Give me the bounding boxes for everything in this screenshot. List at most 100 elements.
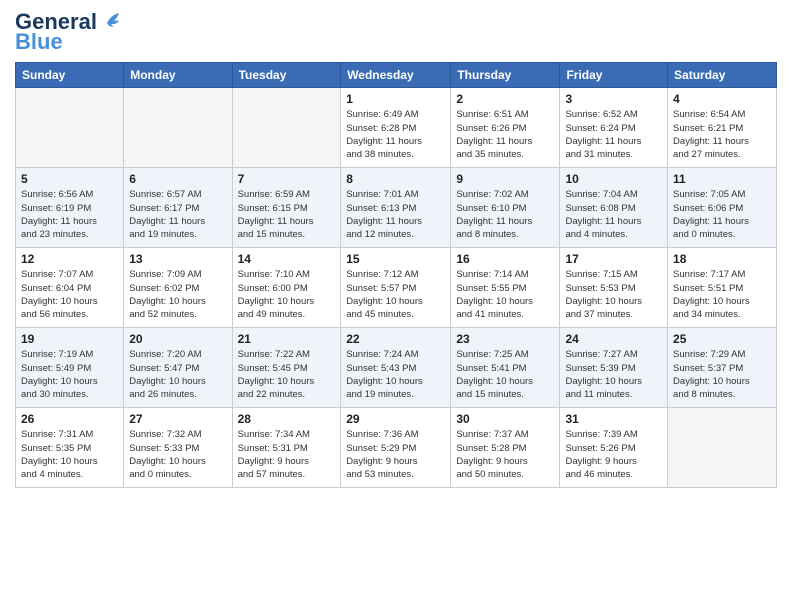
day-number: 9	[456, 172, 554, 186]
day-info: Sunrise: 6:59 AM Sunset: 6:15 PM Dayligh…	[238, 188, 336, 241]
calendar-cell: 9 Sunrise: 7:02 AM Sunset: 6:10 PM Daylig…	[451, 168, 560, 248]
day-number: 25	[673, 332, 771, 346]
weekday-header-saturday: Saturday	[668, 63, 777, 88]
calendar-cell: 6 Sunrise: 6:57 AM Sunset: 6:17 PM Daylig…	[124, 168, 232, 248]
calendar-week-5: 26 Sunrise: 7:31 AM Sunset: 5:35 PM Dayli…	[16, 408, 777, 488]
day-number: 29	[346, 412, 445, 426]
calendar-cell: 29 Sunrise: 7:36 AM Sunset: 5:29 PM Dayli…	[341, 408, 451, 488]
day-number: 5	[21, 172, 118, 186]
weekday-header-sunday: Sunday	[16, 63, 124, 88]
day-info: Sunrise: 7:34 AM Sunset: 5:31 PM Dayligh…	[238, 428, 336, 481]
logo: General Blue	[15, 10, 127, 54]
day-info: Sunrise: 7:17 AM Sunset: 5:51 PM Dayligh…	[673, 268, 771, 321]
calendar-cell: 31 Sunrise: 7:39 AM Sunset: 5:26 PM Dayli…	[560, 408, 668, 488]
day-info: Sunrise: 7:07 AM Sunset: 6:04 PM Dayligh…	[21, 268, 118, 321]
day-info: Sunrise: 7:01 AM Sunset: 6:13 PM Dayligh…	[346, 188, 445, 241]
calendar-cell: 15Sunrise: 7:12 AM Sunset: 5:57 PM Dayli…	[341, 248, 451, 328]
day-number: 31	[565, 412, 662, 426]
calendar-cell: 10 Sunrise: 7:04 AM Sunset: 6:08 PM Dayli…	[560, 168, 668, 248]
calendar-cell: 3 Sunrise: 6:52 AM Sunset: 6:24 PM Daylig…	[560, 88, 668, 168]
calendar-cell: 14 Sunrise: 7:10 AM Sunset: 6:00 PM Dayli…	[232, 248, 341, 328]
day-info: Sunrise: 7:22 AM Sunset: 5:45 PM Dayligh…	[238, 348, 336, 401]
day-number: 1	[346, 92, 445, 106]
day-number: 19	[21, 332, 118, 346]
day-info: Sunrise: 7:36 AM Sunset: 5:29 PM Dayligh…	[346, 428, 445, 481]
day-number: 3	[565, 92, 662, 106]
day-info: Sunrise: 7:10 AM Sunset: 6:00 PM Dayligh…	[238, 268, 336, 321]
day-number: 14	[238, 252, 336, 266]
day-info: Sunrise: 7:20 AM Sunset: 5:47 PM Dayligh…	[129, 348, 226, 401]
day-number: 26	[21, 412, 118, 426]
day-number: 28	[238, 412, 336, 426]
day-info: Sunrise: 6:49 AM Sunset: 6:28 PM Dayligh…	[346, 108, 445, 161]
day-number: 18	[673, 252, 771, 266]
day-info: Sunrise: 7:15 AM Sunset: 5:53 PM Dayligh…	[565, 268, 662, 321]
day-info: Sunrise: 6:56 AM Sunset: 6:19 PM Dayligh…	[21, 188, 118, 241]
day-info: Sunrise: 7:27 AM Sunset: 5:39 PM Dayligh…	[565, 348, 662, 401]
day-number: 22	[346, 332, 445, 346]
day-info: Sunrise: 7:04 AM Sunset: 6:08 PM Dayligh…	[565, 188, 662, 241]
calendar-cell: 24 Sunrise: 7:27 AM Sunset: 5:39 PM Dayli…	[560, 328, 668, 408]
day-info: Sunrise: 7:31 AM Sunset: 5:35 PM Dayligh…	[21, 428, 118, 481]
day-info: Sunrise: 7:05 AM Sunset: 6:06 PM Dayligh…	[673, 188, 771, 241]
day-info: Sunrise: 7:14 AM Sunset: 5:55 PM Dayligh…	[456, 268, 554, 321]
day-number: 7	[238, 172, 336, 186]
day-number: 6	[129, 172, 226, 186]
day-info: Sunrise: 6:57 AM Sunset: 6:17 PM Dayligh…	[129, 188, 226, 241]
day-number: 17	[565, 252, 662, 266]
calendar-cell: 4Sunrise: 6:54 AM Sunset: 6:21 PM Daylig…	[668, 88, 777, 168]
calendar-cell	[232, 88, 341, 168]
day-info: Sunrise: 7:32 AM Sunset: 5:33 PM Dayligh…	[129, 428, 226, 481]
calendar-cell: 27 Sunrise: 7:32 AM Sunset: 5:33 PM Dayli…	[124, 408, 232, 488]
calendar-cell: 16Sunrise: 7:14 AM Sunset: 5:55 PM Dayli…	[451, 248, 560, 328]
day-number: 11	[673, 172, 771, 186]
weekday-header-wednesday: Wednesday	[341, 63, 451, 88]
day-info: Sunrise: 7:02 AM Sunset: 6:10 PM Dayligh…	[456, 188, 554, 241]
weekday-header-thursday: Thursday	[451, 63, 560, 88]
calendar-cell: 1 Sunrise: 6:49 AM Sunset: 6:28 PM Daylig…	[341, 88, 451, 168]
weekday-header-friday: Friday	[560, 63, 668, 88]
day-number: 10	[565, 172, 662, 186]
header: General Blue	[15, 10, 777, 54]
day-info: Sunrise: 7:24 AM Sunset: 5:43 PM Dayligh…	[346, 348, 445, 401]
day-info: Sunrise: 7:25 AM Sunset: 5:41 PM Dayligh…	[456, 348, 554, 401]
calendar-week-3: 12 Sunrise: 7:07 AM Sunset: 6:04 PM Dayli…	[16, 248, 777, 328]
calendar-cell: 7 Sunrise: 6:59 AM Sunset: 6:15 PM Daylig…	[232, 168, 341, 248]
calendar-cell: 22 Sunrise: 7:24 AM Sunset: 5:43 PM Dayli…	[341, 328, 451, 408]
day-number: 27	[129, 412, 226, 426]
day-number: 12	[21, 252, 118, 266]
calendar-cell: 20 Sunrise: 7:20 AM Sunset: 5:47 PM Dayli…	[124, 328, 232, 408]
day-number: 15	[346, 252, 445, 266]
day-number: 21	[238, 332, 336, 346]
calendar-cell	[124, 88, 232, 168]
calendar-week-4: 19Sunrise: 7:19 AM Sunset: 5:49 PM Dayli…	[16, 328, 777, 408]
day-info: Sunrise: 6:51 AM Sunset: 6:26 PM Dayligh…	[456, 108, 554, 161]
calendar-cell: 5 Sunrise: 6:56 AM Sunset: 6:19 PM Daylig…	[16, 168, 124, 248]
logo-bird-icon	[105, 11, 123, 29]
calendar-cell: 11 Sunrise: 7:05 AM Sunset: 6:06 PM Dayli…	[668, 168, 777, 248]
day-info: Sunrise: 7:39 AM Sunset: 5:26 PM Dayligh…	[565, 428, 662, 481]
day-number: 20	[129, 332, 226, 346]
calendar-cell: 30Sunrise: 7:37 AM Sunset: 5:28 PM Dayli…	[451, 408, 560, 488]
calendar-table: SundayMondayTuesdayWednesdayThursdayFrid…	[15, 62, 777, 488]
day-number: 13	[129, 252, 226, 266]
weekday-header-row: SundayMondayTuesdayWednesdayThursdayFrid…	[16, 63, 777, 88]
day-info: Sunrise: 6:52 AM Sunset: 6:24 PM Dayligh…	[565, 108, 662, 161]
day-number: 8	[346, 172, 445, 186]
calendar-cell: 25 Sunrise: 7:29 AM Sunset: 5:37 PM Dayli…	[668, 328, 777, 408]
calendar-week-1: 1 Sunrise: 6:49 AM Sunset: 6:28 PM Daylig…	[16, 88, 777, 168]
calendar-cell: 18 Sunrise: 7:17 AM Sunset: 5:51 PM Dayli…	[668, 248, 777, 328]
calendar-cell	[668, 408, 777, 488]
day-info: Sunrise: 7:09 AM Sunset: 6:02 PM Dayligh…	[129, 268, 226, 321]
calendar-cell: 2Sunrise: 6:51 AM Sunset: 6:26 PM Daylig…	[451, 88, 560, 168]
calendar-cell: 28 Sunrise: 7:34 AM Sunset: 5:31 PM Dayli…	[232, 408, 341, 488]
day-number: 24	[565, 332, 662, 346]
day-info: Sunrise: 7:29 AM Sunset: 5:37 PM Dayligh…	[673, 348, 771, 401]
day-number: 23	[456, 332, 554, 346]
page: General Blue SundayMondayTuesdayWednesda…	[0, 0, 792, 612]
calendar-cell	[16, 88, 124, 168]
calendar-cell: 23 Sunrise: 7:25 AM Sunset: 5:41 PM Dayli…	[451, 328, 560, 408]
weekday-header-tuesday: Tuesday	[232, 63, 341, 88]
calendar-week-2: 5 Sunrise: 6:56 AM Sunset: 6:19 PM Daylig…	[16, 168, 777, 248]
calendar-cell: 26 Sunrise: 7:31 AM Sunset: 5:35 PM Dayli…	[16, 408, 124, 488]
